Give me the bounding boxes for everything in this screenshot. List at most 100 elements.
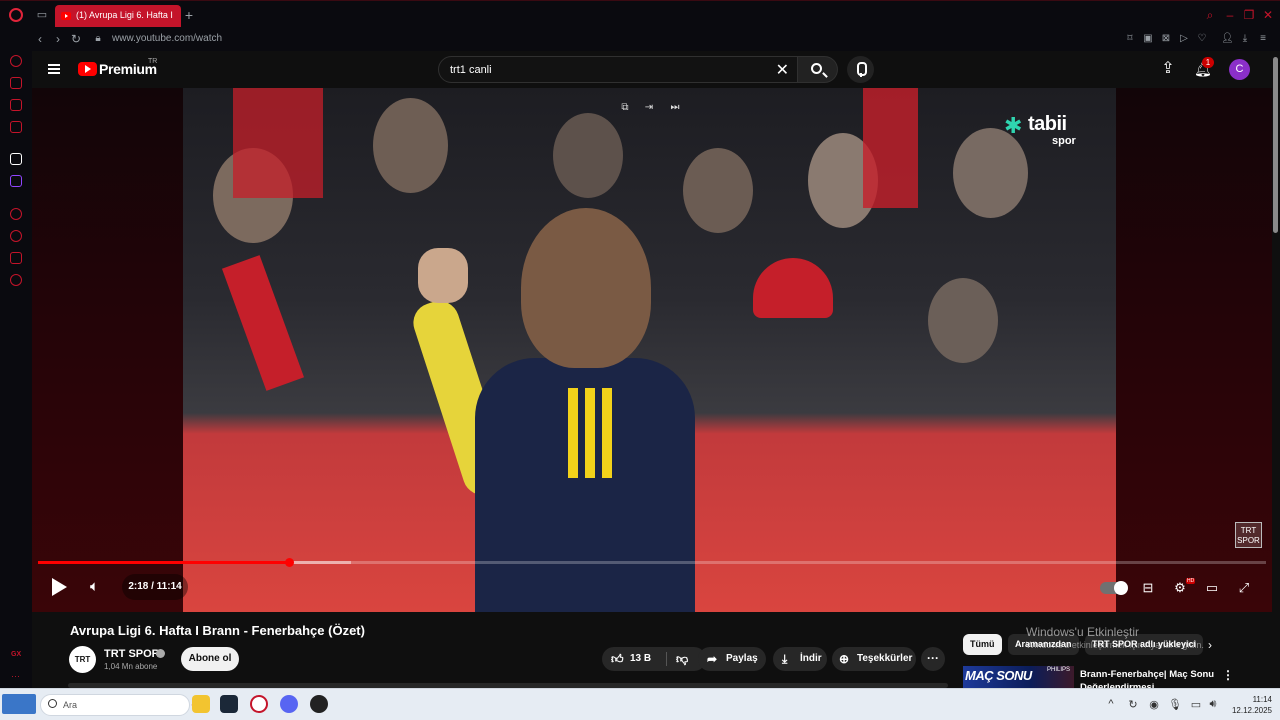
sidebar-refresh-icon[interactable] [10,55,22,67]
search-input[interactable]: trt1 canli ✕ [438,56,798,83]
opera-gx-taskbar-icon[interactable] [250,695,268,713]
download-icon[interactable]: ⤓ [1239,33,1251,45]
recommended-thumbnail[interactable]: MAÇ SONU PHILIPS [963,666,1074,688]
thanks-button[interactable]: ⊕ Teşekkürler [832,647,916,671]
tray-sync-icon[interactable]: ↻ [1126,698,1140,711]
trt-spor-bug: TRT SPOR [1235,522,1262,548]
snapshot-icon[interactable]: ▣ [1142,33,1154,45]
taskbar-clock[interactable]: 11:14 12.12.2025 [1226,694,1272,716]
sidebar-aria-icon[interactable] [10,153,22,165]
crowd-scarf [221,255,305,391]
scrollbar-thumb[interactable] [1273,57,1278,233]
restore-icon[interactable]: ❐ [1243,9,1255,21]
crowd-figure [373,98,448,193]
extension-icon[interactable]: ⊠ [1160,33,1172,45]
channel-name[interactable]: TRT SPOR [104,648,160,660]
obs-icon[interactable] [310,695,328,713]
youtube-logo-icon[interactable] [78,62,97,76]
next-overlay-icon[interactable]: ⏭︎ [669,102,681,114]
crowd-hat [753,258,833,318]
play-button[interactable] [50,577,68,597]
menu-icon[interactable]: ≡ [1257,33,1269,45]
browser-tab-active[interactable]: (1) Avrupa Ligi 6. Hafta I B [55,5,181,27]
subscriber-count: 1,04 Mn abone [104,662,158,671]
fullscreen-icon[interactable]: ⤢ [1235,580,1253,596]
new-tab-icon[interactable]: + [183,8,195,22]
jersey-stripe [568,388,578,478]
steam-icon[interactable] [220,695,238,713]
tabii-sub: spor [1052,135,1076,147]
sidebar-history-icon[interactable] [10,230,22,242]
progress-bar[interactable] [38,558,1266,567]
subscribe-button[interactable]: Abone ol [181,647,239,671]
sidebar-bag-icon[interactable] [10,77,22,89]
subtitles-icon[interactable]: ⊟ [1139,580,1157,596]
sidebar-player-icon[interactable] [10,208,22,220]
lock-icon[interactable]: 🔒︎ [91,32,105,46]
download-button[interactable]: ⤓ İndir [773,647,827,671]
back-icon[interactable]: ‹ [33,32,47,46]
search-icon [811,63,822,74]
theater-mode-icon[interactable]: ▭ [1203,580,1221,596]
chip-all[interactable]: Tümü [963,634,1002,655]
dislike-icon[interactable]: 👎︎ [676,647,688,671]
page-scrollbar[interactable] [1272,51,1280,688]
sidebar-settings-icon[interactable] [10,274,22,286]
close-window-icon[interactable]: ✕ [1262,9,1274,21]
share-button[interactable]: ➦ Paylaş [698,647,766,671]
crowd-scarf [863,88,918,208]
sidebar-twitch-icon[interactable] [10,175,22,187]
search-button[interactable] [798,56,838,83]
autoplay-toggle[interactable] [1100,581,1128,595]
thanks-icon: ⊕ [839,652,850,666]
voice-search-button[interactable] [847,56,874,83]
tray-network-icon[interactable]: ◉ [1147,698,1161,711]
forward-icon[interactable]: › [51,32,65,46]
sidebar-news-icon[interactable] [10,121,22,133]
like-icon[interactable]: 👍︎ [611,647,624,671]
search-tabs-icon[interactable]: ⌕ [1204,9,1216,21]
widgets-icon[interactable] [2,694,36,714]
tray-volume-icon[interactable]: 🔊︎ [1206,698,1220,711]
file-explorer-icon[interactable] [192,695,210,713]
volume-icon[interactable]: 🔈︎ [90,577,99,597]
hamburger-menu-icon[interactable] [48,64,60,74]
tabii-star-icon: ✱ [1004,113,1023,138]
player-icon[interactable]: ▷ [1178,33,1190,45]
address-bar: ‹ › ↻ 🔒︎ www.youtube.com/watch ⌑ ▣ ⊠ ▷ ♡… [0,29,1280,51]
gx-icon[interactable]: GX [11,651,21,658]
profile-icon[interactable]: 👤︎ [1221,33,1234,45]
sidebar-chat-icon[interactable] [10,99,22,111]
account-avatar[interactable]: C [1229,59,1250,80]
channel-avatar[interactable]: TRT [69,646,96,673]
share-icon: ➦ [707,652,718,666]
tab-list-icon[interactable]: ▭ [36,9,48,21]
sidebar-more-icon[interactable]: ··· [11,671,20,681]
heart-icon[interactable]: ♡ [1196,33,1208,45]
recommended-more-icon[interactable]: ⋮ [1222,668,1234,682]
video-frame[interactable] [183,88,1116,612]
chips-next-icon[interactable]: › [1208,638,1212,652]
trt-spor-bug-text: TRT SPOR [1237,526,1260,545]
notification-badge: 1 [1202,57,1214,68]
minimize-icon[interactable]: – [1224,9,1236,21]
tray-mic-icon[interactable]: 🎙︎ [1168,698,1182,711]
video-player[interactable]: ⧉ ⇥ ⏭︎ ✱ tabii spor TRT SPOR 🔈︎ 2:18 / 1… [32,88,1272,612]
like-count[interactable]: 13 B [630,647,651,671]
tray-display-icon[interactable]: ▭ [1189,698,1203,711]
progress-scrubber[interactable] [284,558,294,567]
like-divider [666,652,667,666]
opera-logo-icon[interactable] [9,8,23,22]
upload-icon[interactable]: ⇪ [1160,60,1176,78]
taskbar-search[interactable]: Ara ✿ [40,694,204,716]
share-overlay-icon[interactable]: ⇥ [643,102,655,114]
clear-search-icon[interactable]: ✕ [776,60,789,80]
tray-expand-icon[interactable]: ^ [1104,698,1118,710]
url-field[interactable]: www.youtube.com/watch [112,33,222,44]
reload-icon[interactable]: ↻ [69,32,83,46]
bookmark-icon[interactable]: ⌑ [1124,33,1136,45]
discord-icon[interactable] [280,695,298,713]
sidebar-extensions-icon[interactable] [10,252,22,264]
more-actions-icon[interactable]: ··· [921,647,945,671]
miniplayer-icon[interactable]: ⧉ [619,102,631,114]
